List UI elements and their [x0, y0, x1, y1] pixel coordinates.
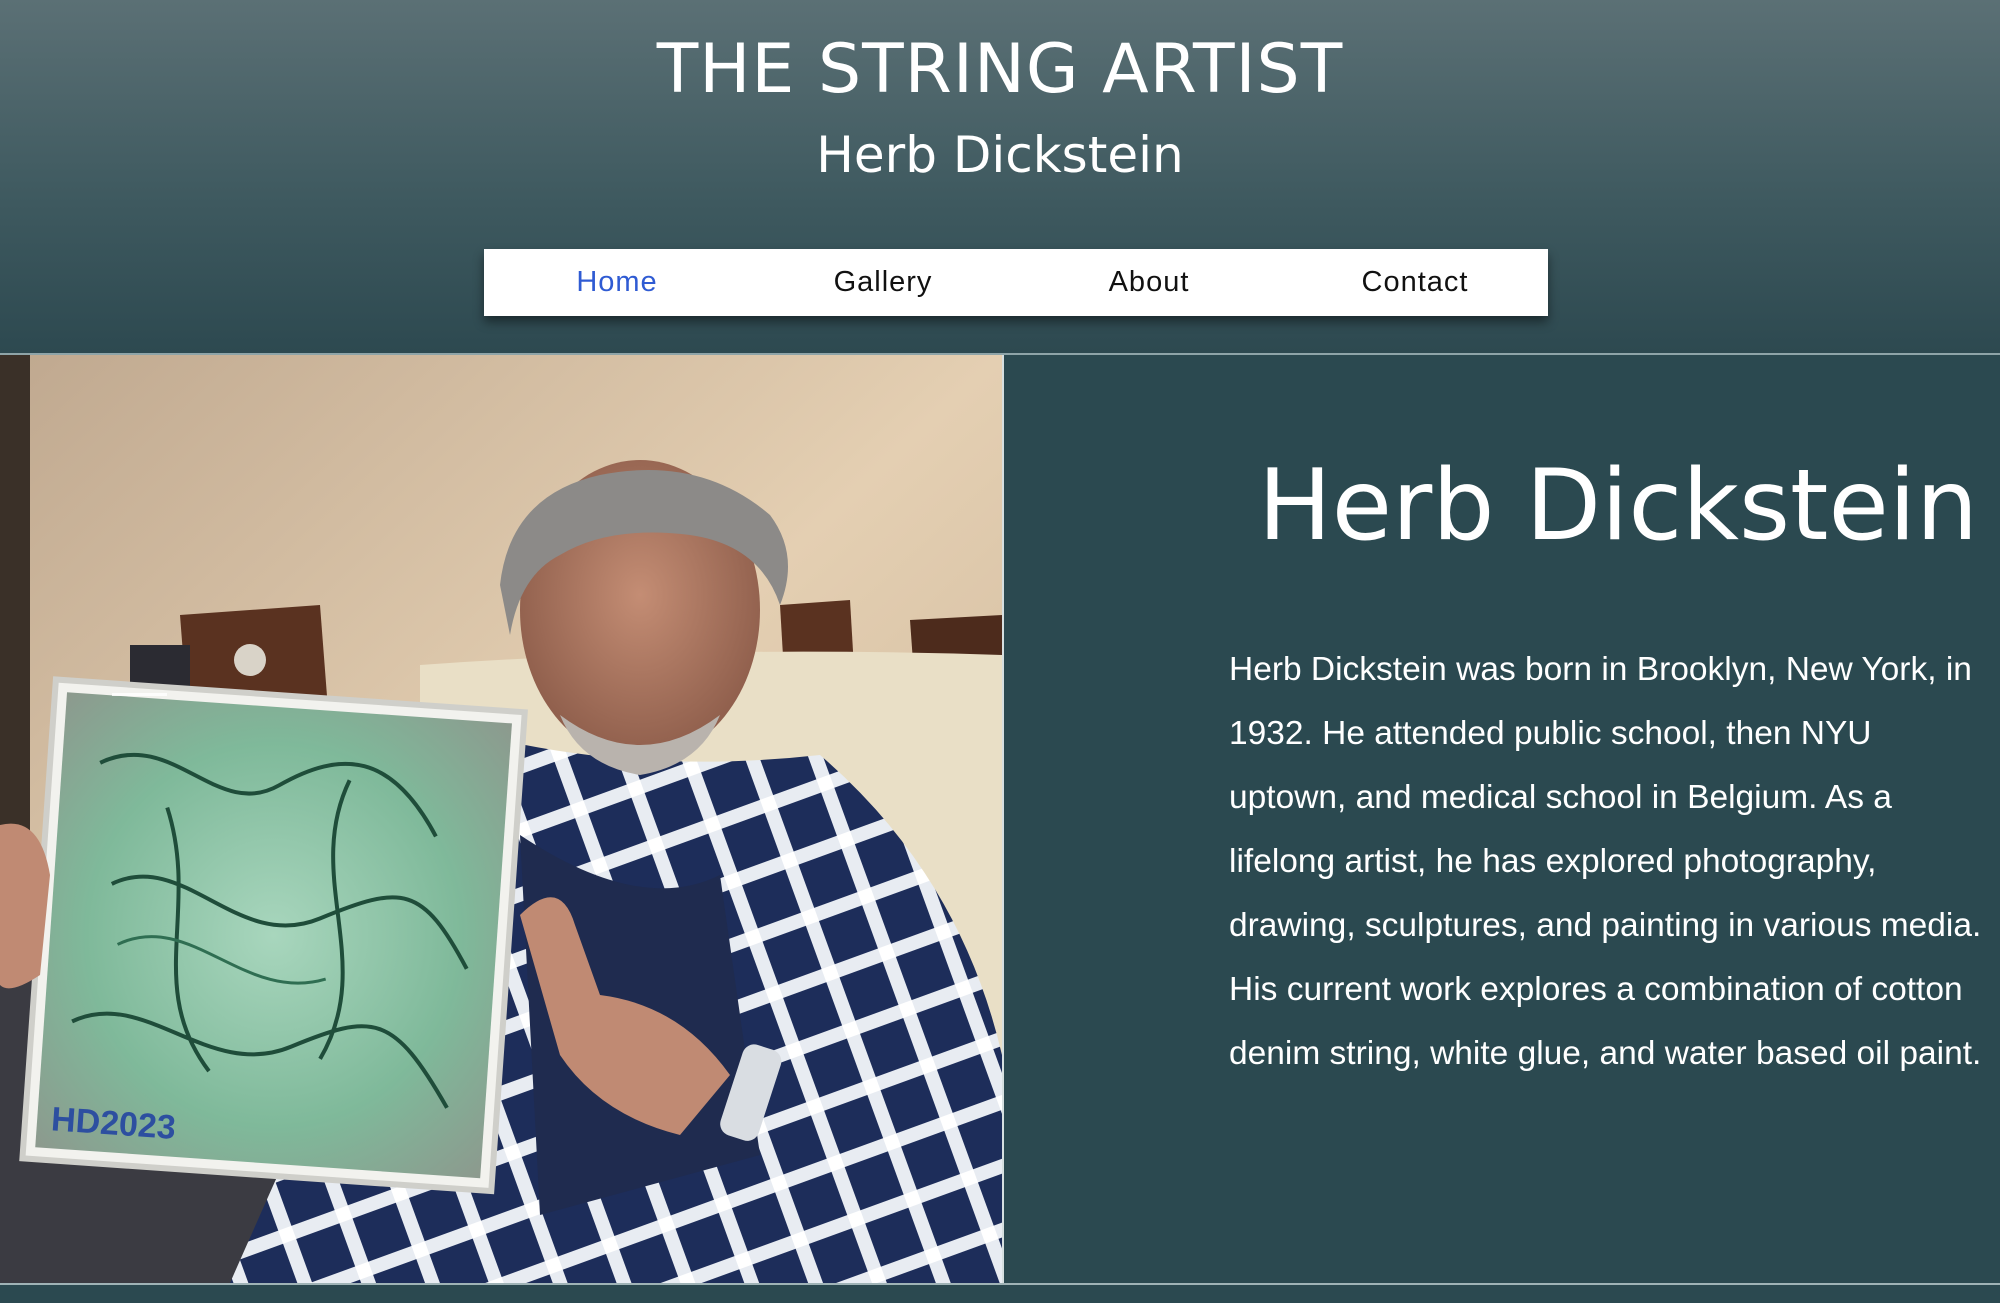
nav-contact[interactable]: Contact: [1282, 249, 1548, 316]
site-title: THE STRING ARTIST: [656, 30, 1344, 109]
main-nav: Home Gallery About Contact: [484, 249, 1548, 316]
nav-about[interactable]: About: [1016, 249, 1282, 316]
nav-home[interactable]: Home: [484, 249, 750, 316]
bio-heading: Herb Dickstein: [1258, 449, 1979, 563]
site-header: THE STRING ARTIST Herb Dickstein Home Ga…: [0, 0, 2000, 355]
footer-strip: [0, 1285, 2000, 1303]
artist-photo-illustration: HD2023: [0, 355, 1002, 1283]
nav-gallery[interactable]: Gallery: [750, 249, 1016, 316]
bio-text: Herb Dickstein was born in Brooklyn, New…: [1229, 651, 1982, 1072]
site-subtitle: Herb Dickstein: [816, 126, 1184, 184]
artist-photo: HD2023: [0, 355, 1002, 1283]
